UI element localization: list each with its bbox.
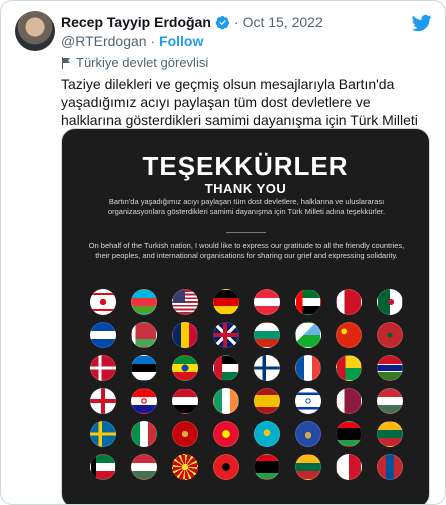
- flag-germany: [212, 289, 239, 315]
- tweet-date[interactable]: Oct 15, 2022: [243, 14, 323, 30]
- flag-gambia: [376, 355, 403, 381]
- government-flag-icon: [62, 56, 70, 69]
- flag-djibouti: [294, 322, 321, 348]
- flag-austria: [253, 289, 280, 315]
- flag-sweden: [89, 421, 116, 447]
- flag-lithuania: [376, 421, 403, 447]
- verified-badge-icon: [215, 15, 229, 29]
- media-title: TEŞEKKÜRLER: [142, 151, 349, 181]
- twitter-bird-icon[interactable]: [411, 13, 433, 33]
- flag-libya-2: [253, 454, 280, 480]
- flag-france: [294, 355, 321, 381]
- flag-kazakhstan: [253, 421, 280, 447]
- flag-finland: [253, 355, 280, 381]
- flag-uae: [294, 289, 321, 315]
- author-name[interactable]: Recep Tayyip Erdoğan: [61, 14, 211, 30]
- flag-libya: [335, 421, 362, 447]
- flag-northern-cyprus: [89, 289, 116, 315]
- flag-bulgaria: [253, 322, 280, 348]
- avatar[interactable]: [15, 11, 55, 51]
- flag-bahrain: [335, 289, 362, 315]
- flag-guinea-bissau: [335, 355, 362, 381]
- flag-ethiopia: [171, 355, 198, 381]
- flag-albania: [212, 454, 239, 480]
- flag-qatar: [335, 388, 362, 414]
- flag-belarus: [130, 322, 157, 348]
- flag-england: [89, 388, 116, 414]
- media-english-text: On behalf of the Turkish nation, I would…: [88, 241, 405, 260]
- flag-montenegro: [171, 421, 198, 447]
- tweet-header: Recep Tayyip Erdoğan · Oct 15, 2022 @RTE…: [15, 11, 433, 55]
- flag-kyrgyzstan: [212, 421, 239, 447]
- flag-china: [335, 322, 362, 348]
- account-label-text: Türkiye devlet görevlisi: [76, 55, 209, 70]
- flag-denmark: [89, 355, 116, 381]
- flag-italy: [130, 421, 157, 447]
- account-label: Türkiye devlet görevlisi: [61, 55, 208, 70]
- media-subtitle: THANK YOU: [204, 181, 287, 196]
- media-divider: [226, 232, 266, 233]
- flag-chad: [171, 322, 198, 348]
- flag-kosovo: [294, 421, 321, 447]
- media-turkish-text: Bartın'da yaşadığımız acıyı paylaşan tüm…: [107, 197, 386, 216]
- flag-hungary-2: [130, 454, 157, 480]
- flag-lithuania-2: [294, 454, 321, 480]
- flag-spain: [253, 388, 280, 414]
- flag-el-salvador: [89, 322, 116, 348]
- flag-ireland: [212, 388, 239, 414]
- flag-kuwait: [89, 454, 116, 480]
- flag-mongolia: [376, 454, 403, 480]
- flag-grid: [82, 289, 412, 480]
- flag-morocco: [376, 322, 403, 348]
- flag-estonia: [130, 355, 157, 381]
- flag-uk: [212, 322, 239, 348]
- flag-hungary: [376, 388, 403, 414]
- follow-button[interactable]: Follow: [159, 33, 203, 49]
- separator-dot: ·: [233, 14, 239, 30]
- flag-malta: [335, 454, 362, 480]
- flag-north-macedonia: [171, 454, 198, 480]
- flag-algeria: [376, 289, 403, 315]
- separator-dot-2: ·: [150, 33, 156, 49]
- flag-palestine: [212, 355, 239, 381]
- flag-israel: [294, 388, 321, 414]
- tweet-media[interactable]: TEŞEKKÜRLER THANK YOU Bartın'da yaşadığı…: [61, 128, 430, 504]
- name-row: Recep Tayyip Erdoğan · Oct 15, 2022: [61, 14, 323, 30]
- flag-croatia: [130, 388, 157, 414]
- flag-iraq: [171, 388, 198, 414]
- flag-azerbaijan: [130, 289, 157, 315]
- author-handle[interactable]: @RTErdogan: [61, 33, 147, 49]
- handle-row: @RTErdogan · Follow: [61, 33, 203, 49]
- flag-usa: [171, 289, 198, 315]
- tweet-card[interactable]: Recep Tayyip Erdoğan · Oct 15, 2022 @RTE…: [0, 0, 446, 505]
